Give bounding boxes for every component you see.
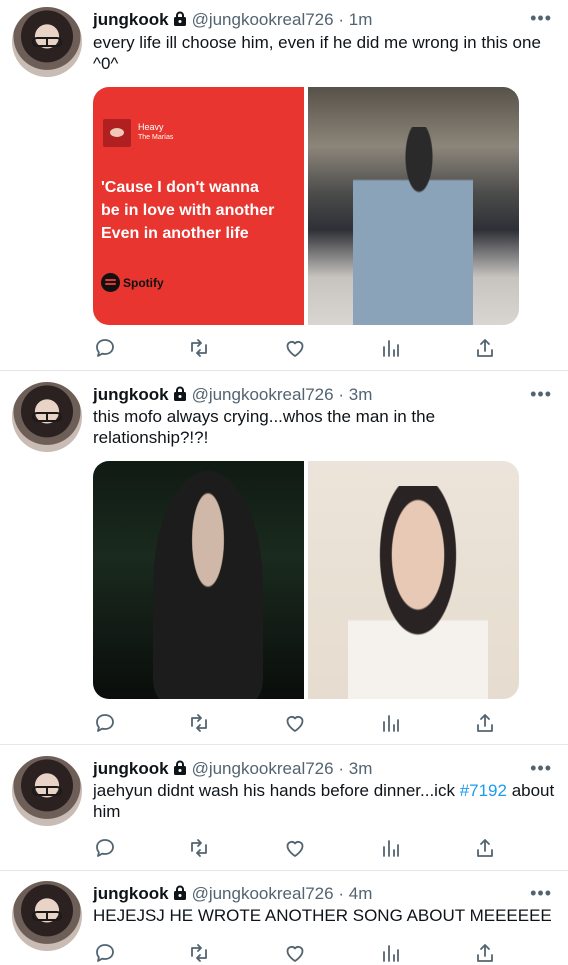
views-icon[interactable] [379, 336, 403, 360]
display-name[interactable]: jungkook [93, 10, 169, 29]
avatar[interactable] [12, 382, 82, 452]
concert-photo[interactable] [308, 87, 519, 325]
lock-icon [172, 11, 188, 33]
tweet-actions [93, 711, 503, 735]
like-icon[interactable] [283, 941, 307, 965]
tweet-header: jungkook @jungkookreal726 · 4m [93, 883, 372, 907]
like-icon[interactable] [283, 336, 307, 360]
spotify-wordmark: Spotify [123, 275, 164, 290]
like-icon[interactable] [283, 711, 307, 735]
handle[interactable]: @jungkookreal726 [192, 10, 334, 29]
like-icon[interactable] [283, 836, 307, 860]
album-art [103, 119, 131, 147]
lock-icon [172, 885, 188, 907]
more-icon[interactable]: ••• [530, 883, 552, 904]
tweet-actions [93, 836, 503, 860]
timestamp[interactable]: 3m [349, 385, 373, 404]
more-icon[interactable]: ••• [530, 758, 552, 779]
timestamp[interactable]: 4m [349, 884, 373, 903]
hashtag-link[interactable]: #7192 [460, 781, 507, 800]
tweet-header: jungkook @jungkookreal726 · 1m [93, 9, 372, 33]
tweet-media[interactable] [93, 461, 519, 699]
lock-icon [172, 386, 188, 408]
tweet-media[interactable]: Heavy The Marías 'Cause I don't wanna be… [93, 87, 519, 325]
reply-icon[interactable] [93, 836, 117, 860]
share-icon[interactable] [473, 336, 497, 360]
lyric-text: 'Cause I don't wanna be in love with ano… [101, 179, 275, 242]
tweet-text: HEJEJSJ HE WROTE ANOTHER SONG ABOUT MEEE… [93, 906, 552, 925]
timeline: jungkook @jungkookreal726 · 1m ••• every … [0, 0, 568, 962]
tweet-actions [93, 941, 503, 965]
tweet-header: jungkook @jungkookreal726 · 3m [93, 384, 372, 408]
retweet-icon[interactable] [187, 941, 211, 965]
share-icon[interactable] [473, 941, 497, 965]
artist-name: The Marías [138, 134, 174, 141]
avatar[interactable] [12, 881, 82, 951]
handle[interactable]: @jungkookreal726 [192, 884, 334, 903]
reply-icon[interactable] [93, 711, 117, 735]
separator: · [338, 759, 344, 778]
handle[interactable]: @jungkookreal726 [192, 759, 334, 778]
share-icon[interactable] [473, 711, 497, 735]
tweet-header: jungkook @jungkookreal726 · 3m [93, 758, 372, 782]
reply-icon[interactable] [93, 941, 117, 965]
spotify-icon [101, 273, 120, 292]
spotify-lyric-card[interactable]: Heavy The Marías 'Cause I don't wanna be… [93, 87, 304, 325]
share-icon[interactable] [473, 836, 497, 860]
tweet-text: this mofo always crying...whos the man i… [93, 407, 436, 447]
retweet-icon[interactable] [187, 836, 211, 860]
tweet-text-part: jaehyun didnt wash his hands before dinn… [93, 781, 460, 800]
display-name[interactable]: jungkook [93, 759, 169, 778]
avatar[interactable] [12, 756, 82, 826]
avatar[interactable] [12, 7, 82, 77]
tweet[interactable]: jungkook @jungkookreal726 · 4m ••• HEJEJS… [0, 871, 568, 962]
song-title: Heavy [138, 122, 164, 132]
retweet-icon[interactable] [187, 711, 211, 735]
crying-hood-photo[interactable] [93, 461, 304, 699]
spotify-logo: Spotify [101, 273, 164, 292]
more-icon[interactable]: ••• [530, 8, 552, 29]
views-icon[interactable] [379, 941, 403, 965]
views-icon[interactable] [379, 711, 403, 735]
retweet-icon[interactable] [187, 336, 211, 360]
lock-icon [172, 760, 188, 782]
tweet-actions [93, 336, 503, 360]
tweet[interactable]: jungkook @jungkookreal726 · 3m ••• jaehyu… [0, 745, 568, 871]
handle[interactable]: @jungkookreal726 [192, 385, 334, 404]
tweet[interactable]: jungkook @jungkookreal726 · 3m ••• this m… [0, 371, 568, 745]
separator: · [338, 385, 344, 404]
reply-icon[interactable] [93, 336, 117, 360]
separator: · [338, 10, 344, 29]
tweet-text: jaehyun didnt wash his hands before dinn… [93, 780, 555, 822]
crying-photo[interactable] [308, 461, 519, 699]
timestamp[interactable]: 3m [349, 759, 373, 778]
views-icon[interactable] [379, 836, 403, 860]
separator: · [338, 884, 344, 903]
display-name[interactable]: jungkook [93, 385, 169, 404]
timestamp[interactable]: 1m [349, 10, 373, 29]
tweet[interactable]: jungkook @jungkookreal726 · 1m ••• every … [0, 0, 568, 371]
tweet-text: every life ill choose him, even if he di… [93, 33, 541, 73]
display-name[interactable]: jungkook [93, 884, 169, 903]
more-icon[interactable]: ••• [530, 384, 552, 405]
